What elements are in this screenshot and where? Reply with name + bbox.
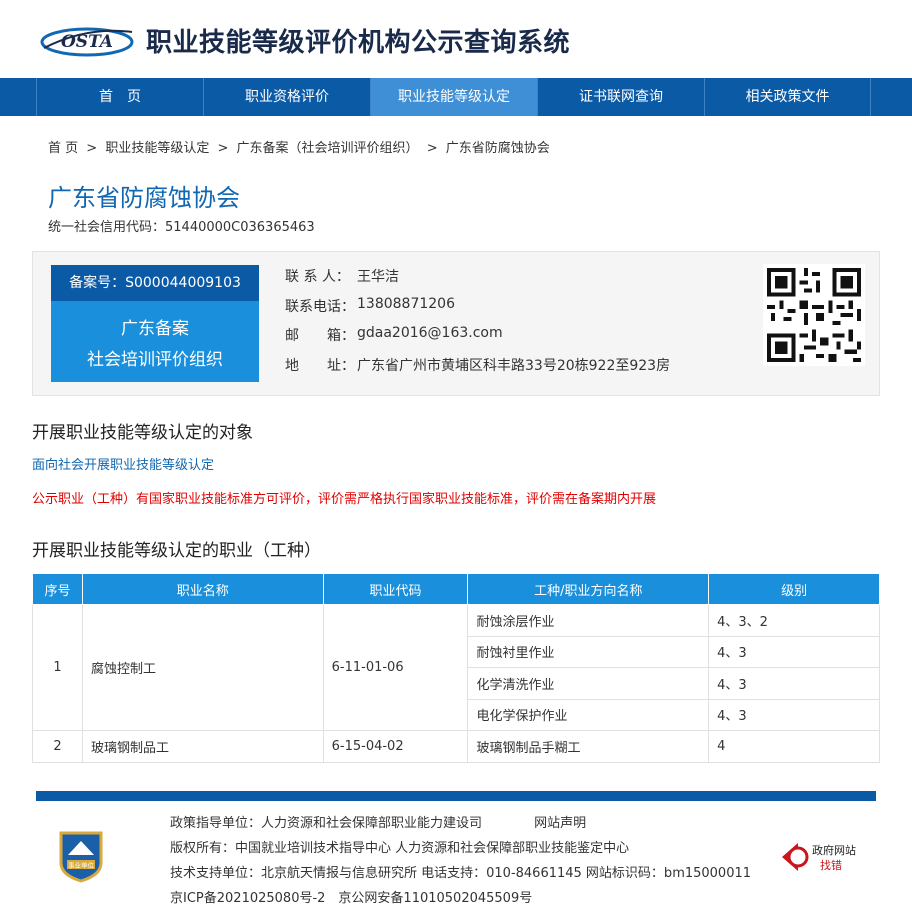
section-target-subtitle: 面向社会开展职业技能等级认定 <box>32 458 215 473</box>
contact-email: 邮 箱： gdaa2016@163.com <box>285 325 670 355</box>
osta-logo[interactable]: OSTA <box>40 22 134 58</box>
contact-phone: 联系电话： 13808871206 <box>285 296 670 326</box>
table-row: 2 玻璃钢制品工 6-15-04-02 玻璃钢制品手糊工 4 <box>32 730 880 763</box>
nav-item-home[interactable]: 首 页 <box>36 78 203 116</box>
cell-level: 4、3 <box>708 667 880 700</box>
col-header-sub-name: 工种/职业方向名称 <box>467 573 710 605</box>
cell-job-name: 玻璃钢制品工 <box>81 730 324 763</box>
contact-address: 地 址： 广东省广州市黄埔区科丰路33号20栋922至923房 <box>285 355 670 385</box>
nav-item-skill-level[interactable]: 职业技能等级认定 <box>370 78 537 116</box>
footer-tech-support: 技术支持单位：北京航天情报与信息研究所 电话支持：010-84661145 网站… <box>170 866 752 881</box>
contact-list: 联 系 人： 王华洁 联系电话： 13808871206 邮 箱： gdaa20… <box>285 266 670 384</box>
col-header-no: 序号 <box>32 573 83 605</box>
breadcrumb-home[interactable]: 首 页 <box>48 141 78 156</box>
cell-sub-name: 耐蚀涂层作业 <box>467 604 710 637</box>
footer-line-policy: 政策指导单位：人力资源和社会保障部职业能力建设司 网站声明 <box>170 812 751 837</box>
gov-badge-line2: 找错 <box>820 858 842 872</box>
cell-job-code: 6-11-01-06 <box>322 604 469 731</box>
breadcrumb-separator: > <box>426 141 438 156</box>
cell-no: 1 <box>32 604 83 731</box>
table-row: 1 腐蚀控制工 6-11-01-06 耐蚀涂层作业 4、3、2 <box>32 604 880 731</box>
col-header-job-code: 职业代码 <box>322 573 469 605</box>
contact-person: 联 系 人： 王华洁 <box>285 266 670 296</box>
footer-copyright: 版权所有：中国就业培训技术指导中心 人力资源和社会保障部职业技能鉴定中心 <box>170 841 630 856</box>
registration-org-type: 社会培训评价组织 <box>87 350 223 370</box>
contact-value: 广东省广州市黄埔区科丰路33号20栋922至923房 <box>357 357 671 374</box>
footer-info: 政策指导单位：人力资源和社会保障部职业能力建设司 网站声明 版权所有：中国就业培… <box>170 812 751 912</box>
col-header-level: 级别 <box>708 573 880 605</box>
logo-text: OSTA <box>61 32 113 52</box>
contact-label: 联 系 人： <box>285 269 350 285</box>
contact-value: 王华洁 <box>357 269 399 285</box>
main-nav: 首 页 职业资格评价 职业技能等级认定 证书联网查询 相关政策文件 <box>0 78 912 116</box>
cell-level: 4 <box>708 730 880 763</box>
public-institution-badge-icon[interactable]: 事业单位 <box>58 829 104 883</box>
nav-item-certificate-query[interactable]: 证书联网查询 <box>537 78 704 116</box>
contact-label: 联系电话： <box>285 298 355 315</box>
site-title: 职业技能等级评价机构公示查询系统 <box>146 28 571 58</box>
site-header: OSTA 职业技能等级评价机构公示查询系统 <box>0 0 912 78</box>
footer-divider <box>36 791 876 801</box>
footer-icp[interactable]: 京ICP备2021025080号-2 京公网安备11010502045509号 <box>170 887 751 912</box>
col-header-job-name: 职业名称 <box>81 573 324 605</box>
footer-policy-unit: 政策指导单位：人力资源和社会保障部职业能力建设司 <box>170 816 483 831</box>
cell-no: 2 <box>32 730 83 763</box>
site-statement-link[interactable]: 网站声明 <box>534 816 586 831</box>
table-header-row: 序号 职业名称 职业代码 工种/职业方向名称 级别 <box>32 573 880 605</box>
section-jobs-title: 开展职业技能等级认定的职业（工种） <box>32 541 321 561</box>
registration-region: 广东备案 <box>121 319 189 339</box>
cell-sub-name: 耐蚀衬里作业 <box>467 635 710 668</box>
cell-job-code: 6-15-04-02 <box>322 730 469 763</box>
registration-number: 备案号：S000044009103 <box>51 265 259 301</box>
cell-sub-name: 玻璃钢制品手糊工 <box>467 730 710 763</box>
org-name: 广东省防腐蚀协会 <box>48 184 240 212</box>
gov-badge-line1: 政府网站 <box>812 843 856 857</box>
breadcrumb-skill-level[interactable]: 职业技能等级认定 <box>105 141 209 156</box>
breadcrumb-guangdong[interactable]: 广东备案（社会培训评价组织） <box>237 141 419 156</box>
cell-job-name: 腐蚀控制工 <box>81 604 324 731</box>
notice-text: 公示职业（工种）有国家职业技能标准方可评价，评价需严格执行国家职业技能标准，评价… <box>32 492 657 507</box>
cell-level: 4、3、2 <box>708 604 880 637</box>
breadcrumb-separator: > <box>217 141 229 156</box>
contact-label: 地 址： <box>285 357 355 374</box>
registration-block: 备案号：S000044009103 广东备案 社会培训评价组织 <box>51 265 259 382</box>
qr-code-icon <box>763 264 865 366</box>
section-target-title: 开展职业技能等级认定的对象 <box>32 423 253 443</box>
cell-sub-name: 电化学保护作业 <box>467 698 710 731</box>
breadcrumb-separator: > <box>86 141 98 156</box>
cell-sub-name: 化学清洗作业 <box>467 667 710 700</box>
org-info-box: 备案号：S000044009103 广东备案 社会培训评价组织 联 系 人： 王… <box>32 251 880 396</box>
contact-value: 13808871206 <box>357 295 455 312</box>
nav-item-qualification[interactable]: 职业资格评价 <box>203 78 370 116</box>
contact-label: 邮 箱： <box>285 328 355 344</box>
contact-value: gdaa2016@163.com <box>357 325 503 341</box>
cell-level: 4、3 <box>708 635 880 668</box>
gov-site-report-error-icon[interactable]: 政府网站 找错 <box>780 837 862 877</box>
credit-code: 统一社会信用代码：51440000C036365463 <box>48 220 315 235</box>
breadcrumb-current: 广东省防腐蚀协会 <box>445 141 550 156</box>
jobs-table: 序号 职业名称 职业代码 工种/职业方向名称 级别 1 腐蚀控制工 6-11-0… <box>32 573 880 763</box>
nav-item-policy[interactable]: 相关政策文件 <box>704 78 871 116</box>
cell-level: 4、3 <box>708 698 880 731</box>
breadcrumb: 首 页 > 职业技能等级认定 > 广东备案（社会培训评价组织） > 广东省防腐蚀… <box>48 137 550 156</box>
badge-text: 事业单位 <box>68 861 95 870</box>
